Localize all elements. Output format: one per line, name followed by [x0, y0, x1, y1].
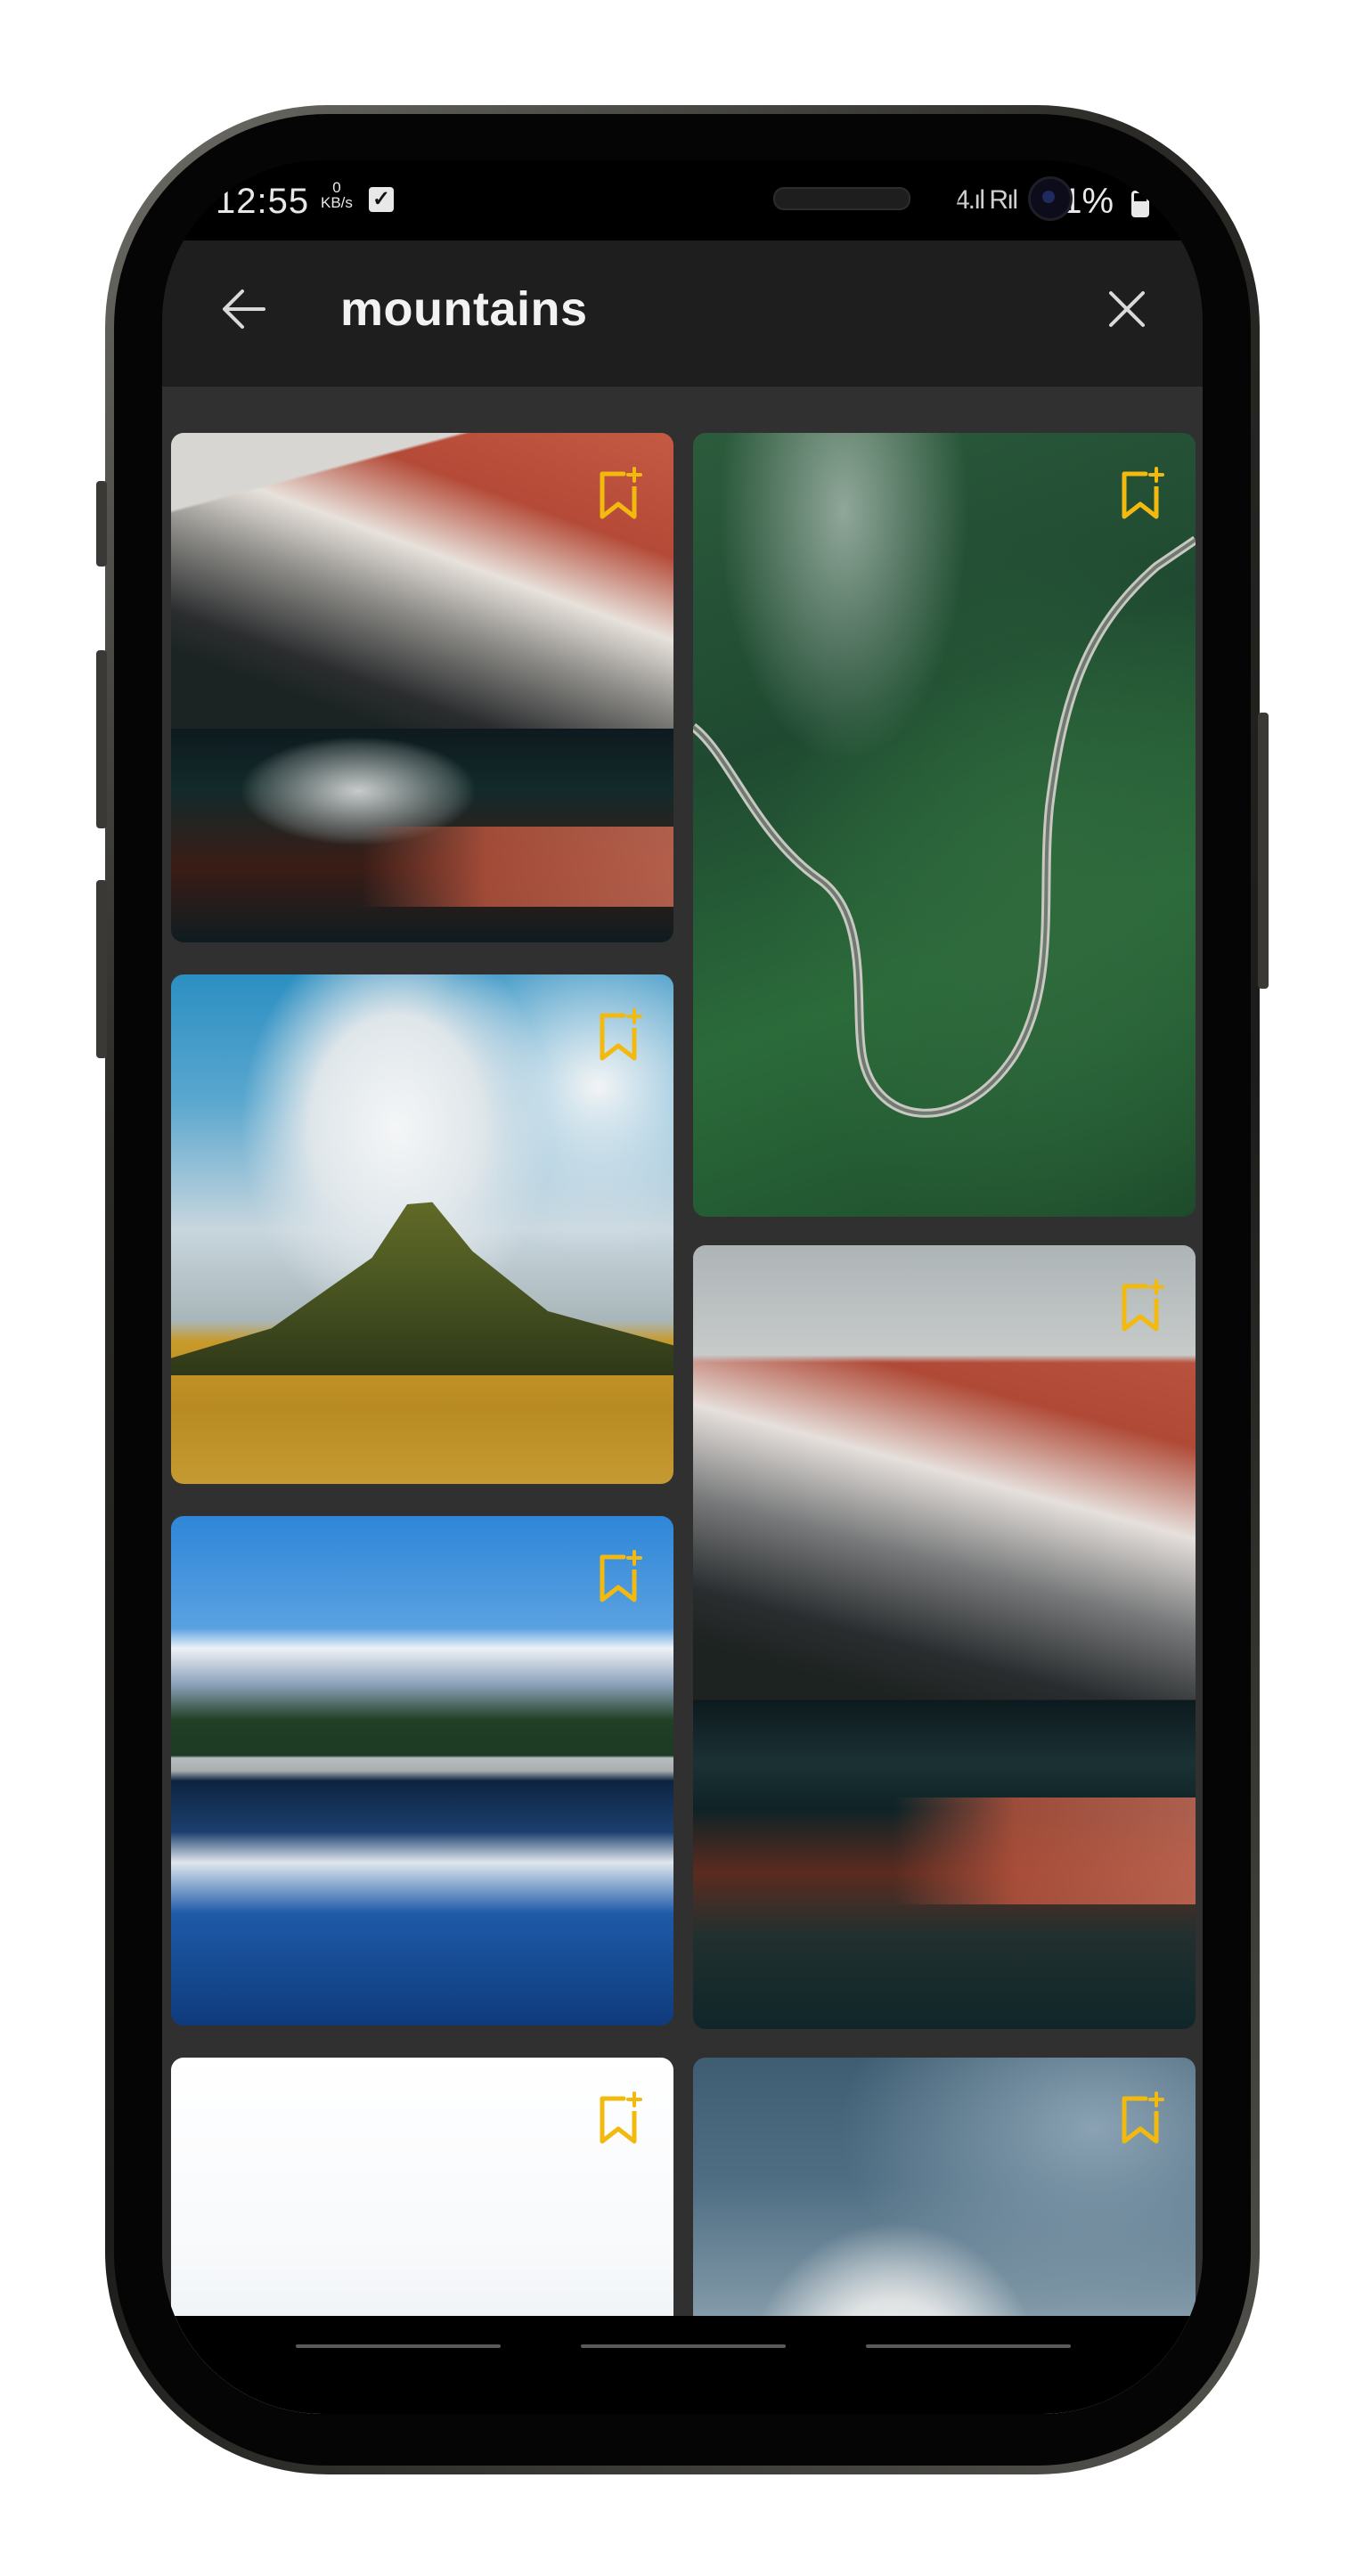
network-speed: 0 KB/s	[321, 180, 353, 210]
nav-segment-center[interactable]	[581, 2344, 786, 2348]
result-tile-moraine-lake[interactable]	[171, 433, 673, 942]
result-tile-moraine-lake-tall[interactable]	[693, 1245, 1196, 2029]
gesture-nav-bar	[162, 2316, 1203, 2414]
bookmark-add-icon[interactable]	[1119, 2091, 1165, 2145]
search-query[interactable]: mountains	[340, 281, 588, 337]
result-tile-alpine-lake[interactable]	[171, 1516, 673, 2026]
result-tile-mountain-road[interactable]	[693, 433, 1196, 1217]
bookmark-add-icon[interactable]	[1119, 1279, 1165, 1333]
network-speed-unit: KB/s	[321, 194, 353, 211]
bookmark-add-icon[interactable]	[597, 467, 643, 520]
close-icon	[1109, 291, 1145, 327]
road-illustration	[693, 535, 1196, 1118]
front-camera	[1028, 176, 1073, 221]
phone-screen: 12:55 0 KB/s ✓ 4.ıl Rıl 61% mountains	[162, 160, 1203, 2414]
back-button[interactable]	[203, 269, 283, 349]
volume-up-button	[96, 650, 107, 828]
clear-search-button[interactable]	[1087, 269, 1167, 349]
notch	[410, 160, 1073, 246]
battery-icon	[1131, 186, 1149, 217]
nav-segment-right[interactable]	[866, 2344, 1071, 2348]
action-button	[96, 481, 107, 567]
power-button	[1258, 713, 1269, 989]
search-app-bar: mountains	[162, 240, 1203, 387]
volume-down-button	[96, 880, 107, 1058]
nav-segment-left[interactable]	[296, 2344, 501, 2348]
checkbox-notification-icon: ✓	[369, 187, 394, 212]
bookmark-add-icon[interactable]	[597, 2091, 643, 2145]
bookmark-add-icon[interactable]	[597, 1008, 643, 1062]
bookmark-add-icon[interactable]	[1119, 467, 1165, 520]
speaker-grille	[773, 187, 910, 210]
arrow-left-icon	[223, 289, 265, 329]
bookmark-add-icon[interactable]	[597, 1550, 643, 1603]
status-time: 12:55	[216, 182, 310, 221]
result-tile-kirkjufell[interactable]	[171, 974, 673, 1484]
results-grid	[162, 387, 1203, 2414]
signal-strength: 4.ıl Rıl	[955, 185, 1018, 215]
